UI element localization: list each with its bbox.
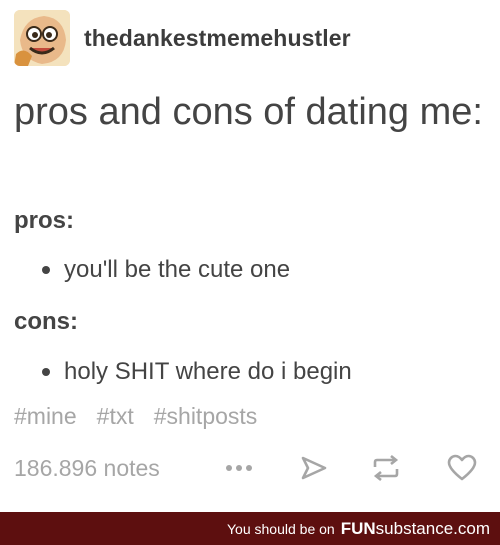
bullet-icon [42,266,50,274]
avatar[interactable] [14,10,70,66]
notes-count[interactable]: 186.896 notes [14,455,160,482]
pros-item-text: you'll be the cute one [64,256,291,283]
brand-logo: FUNsubstance.com [341,519,490,539]
more-dots-icon [226,465,252,471]
post-title: pros and cons of dating me: [14,91,483,133]
tag-list: #mine #txt #shitposts [14,403,277,430]
avatar-cartoon-icon [14,10,70,66]
post-footer: 186.896 notes [14,450,488,486]
cons-item-text: holy SHIT where do i begin [64,358,352,385]
brand-rest: substance.com [375,518,490,538]
brand-bold: FUN [340,518,376,538]
tag-link[interactable]: #txt [97,403,134,430]
list-item: you'll be the cute one [42,256,290,284]
share-button[interactable] [294,450,334,486]
share-arrow-icon [301,456,327,480]
like-button[interactable] [442,450,482,486]
tag-link[interactable]: #mine [14,403,77,430]
post-header: thedankestmemehustler [14,10,351,66]
tag-link[interactable]: #shitposts [154,403,258,430]
funsubstance-banner[interactable]: You should be on FUNsubstance.com [0,512,500,545]
banner-text: You should be on [227,520,335,537]
username-link[interactable]: thedankestmemehustler [84,25,351,52]
heart-icon [447,454,477,481]
pros-label: pros: [14,207,74,234]
list-item: holy SHIT where do i begin [42,358,352,386]
bullet-icon [42,368,50,376]
reblog-button[interactable] [364,450,408,486]
cons-label: cons: [14,308,79,335]
reblog-icon [373,455,399,481]
more-button[interactable] [219,450,259,486]
